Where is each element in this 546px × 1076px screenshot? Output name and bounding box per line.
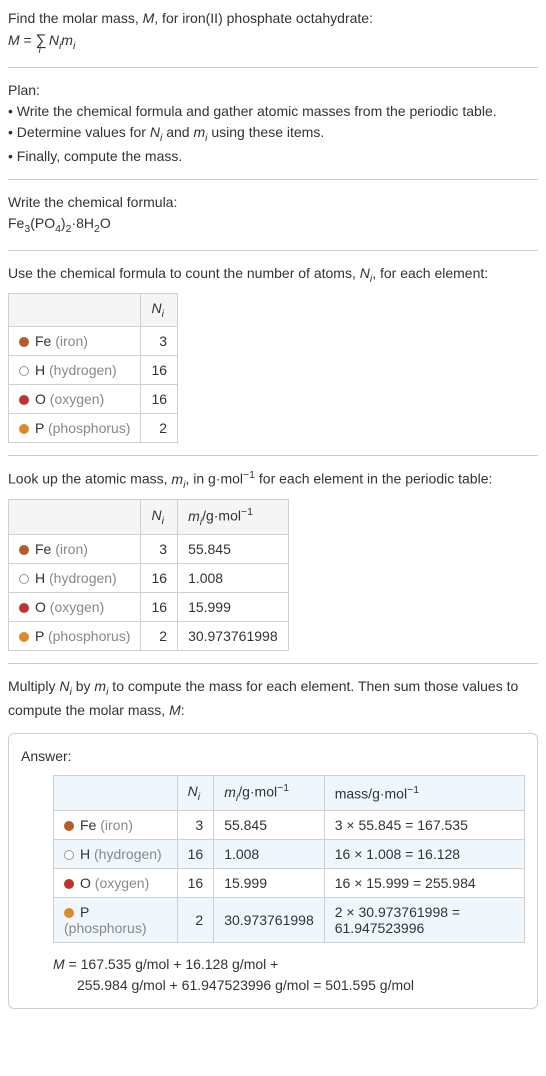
element-dot-icon <box>19 574 29 584</box>
element-dot-icon <box>19 545 29 555</box>
count-block: Use the chemical formula to count the nu… <box>8 263 538 443</box>
table-row: P (phosphorus)230.9737619982 × 30.973761… <box>54 897 525 942</box>
divider <box>8 250 538 251</box>
mass-table: Nimi/g·mol−1 Fe (iron)355.845 H (hydroge… <box>8 499 289 650</box>
table-row: P (phosphorus)2 <box>9 413 178 442</box>
multiply-title: Multiply Ni by mi to compute the mass fo… <box>8 676 538 722</box>
table-header-mi: mi/g·mol−1 <box>178 500 289 534</box>
table-row: H (hydrogen)161.008 <box>9 563 289 592</box>
chem-formula: Fe3(PO4)2·8H2O <box>8 213 538 238</box>
table-header-blank <box>9 500 141 534</box>
answer-title: Answer: <box>21 746 525 767</box>
table-header-mi: mi/g·mol−1 <box>214 776 325 810</box>
divider <box>8 179 538 180</box>
plan-block: Plan: • Write the chemical formula and g… <box>8 80 538 168</box>
intro-line: Find the molar mass, M, for iron(II) pho… <box>8 8 538 29</box>
table-row: O (oxygen)16 <box>9 384 178 413</box>
multiply-block: Multiply Ni by mi to compute the mass fo… <box>8 676 538 722</box>
element-dot-icon <box>64 850 74 860</box>
intro-block: Find the molar mass, M, for iron(II) pho… <box>8 8 538 55</box>
table-header-ni: Ni <box>141 294 178 327</box>
table-row: O (oxygen)1615.999 <box>9 592 289 621</box>
plan-title: Plan: <box>8 80 538 101</box>
table-row: Fe (iron)355.845 <box>9 534 289 563</box>
table-header-ni: Ni <box>177 776 214 810</box>
plan-bullet-1: • Write the chemical formula and gather … <box>8 101 538 122</box>
element-dot-icon <box>19 395 29 405</box>
plan-bullet-3: • Finally, compute the mass. <box>8 146 538 167</box>
element-dot-icon <box>19 632 29 642</box>
element-dot-icon <box>64 908 74 918</box>
divider <box>8 455 538 456</box>
count-table: Ni Fe (iron)3 H (hydrogen)16 O (oxygen)1… <box>8 293 178 443</box>
element-dot-icon <box>64 879 74 889</box>
answer-table: Nimi/g·mol−1mass/g·mol−1 Fe (iron)355.84… <box>53 775 525 942</box>
table-header-blank <box>54 776 178 810</box>
divider <box>8 663 538 664</box>
plan-bullet-2: • Determine values for Ni and mi using t… <box>8 122 538 147</box>
table-row: H (hydrogen)16 <box>9 355 178 384</box>
table-row: Fe (iron)3 <box>9 326 178 355</box>
table-header-ni: Ni <box>141 500 178 534</box>
result-line-1: M = 167.535 g/mol + 16.128 g/mol + <box>53 953 525 975</box>
divider <box>8 67 538 68</box>
mass-block: Look up the atomic mass, mi, in g·mol−1 … <box>8 468 538 651</box>
chem-title: Write the chemical formula: <box>8 192 538 213</box>
result-line-2: 255.984 g/mol + 61.947523996 g/mol = 501… <box>53 975 525 996</box>
answer-content: Nimi/g·mol−1mass/g·mol−1 Fe (iron)355.84… <box>21 775 525 996</box>
element-dot-icon <box>19 366 29 376</box>
element-dot-icon <box>19 603 29 613</box>
answer-box: Answer: Nimi/g·mol−1mass/g·mol−1 Fe (iro… <box>8 733 538 1009</box>
chem-block: Write the chemical formula: Fe3(PO4)2·8H… <box>8 192 538 238</box>
count-title: Use the chemical formula to count the nu… <box>8 263 538 288</box>
table-row: Fe (iron)355.8453 × 55.845 = 167.535 <box>54 810 525 839</box>
mass-title: Look up the atomic mass, mi, in g·mol−1 … <box>8 468 538 493</box>
element-dot-icon <box>19 424 29 434</box>
table-row: P (phosphorus)230.973761998 <box>9 621 289 650</box>
table-row: O (oxygen)1615.99916 × 15.999 = 255.984 <box>54 868 525 897</box>
table-header-mass: mass/g·mol−1 <box>324 776 524 810</box>
intro-formula: M = ∑iNimi <box>8 29 538 55</box>
table-row: H (hydrogen)161.00816 × 1.008 = 16.128 <box>54 839 525 868</box>
element-dot-icon <box>64 821 74 831</box>
table-header-blank <box>9 294 141 327</box>
element-dot-icon <box>19 337 29 347</box>
